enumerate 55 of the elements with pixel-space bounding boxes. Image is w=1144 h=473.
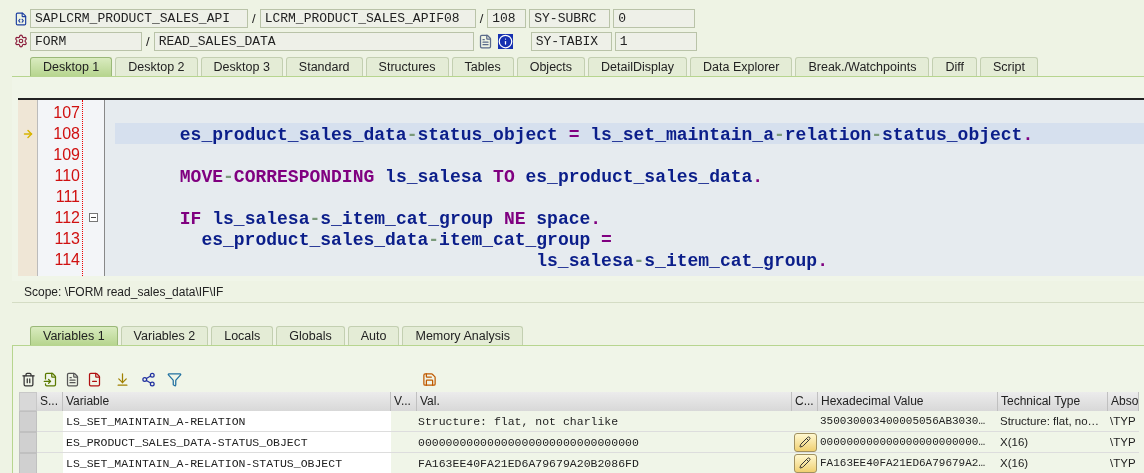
column-header[interactable]: Technical Type [998, 392, 1108, 411]
code-line: es_product_sales_data-item_cat_group = [200, 230, 612, 250]
system-field-name: SY-TABIX [530, 31, 612, 51]
tab[interactable]: Variables 2 [120, 326, 209, 345]
column-header[interactable]: C... [792, 392, 818, 411]
column-header[interactable]: Val. [417, 392, 792, 411]
line-number: 114 [54, 250, 80, 270]
tab[interactable]: Data Explorer [690, 57, 793, 76]
tab[interactable]: Tables [451, 57, 514, 76]
program-field: SAPLCRM_PRODUCT_SALES_API [30, 9, 248, 29]
line-number: 109 [53, 145, 80, 165]
system-field-name: SY-SUBRC [529, 9, 611, 29]
tab[interactable]: Auto [347, 326, 400, 345]
column-header[interactable]: S... [37, 392, 63, 411]
tab[interactable]: Diff [932, 57, 977, 76]
tab[interactable]: Objects [516, 57, 586, 76]
tab[interactable]: Globals [276, 326, 345, 345]
tab[interactable]: Desktop 1 [30, 57, 113, 76]
system-field-value: 1 [614, 31, 697, 51]
block-type-field: FORM [30, 31, 142, 51]
line-field: 108 [487, 9, 527, 29]
column-header[interactable]: Variable [63, 392, 391, 411]
separator-slash: / [145, 32, 151, 51]
line-number: 112 [54, 208, 80, 228]
column-header[interactable]: Hexadecimal Value [818, 392, 998, 411]
code-line: IF ls_salesa-s_item_cat_group NE space. [178, 209, 602, 229]
line-number: 107 [53, 103, 80, 123]
system-field-value: 0 [613, 9, 696, 29]
separator-slash: / [251, 10, 257, 28]
line-number: 110 [54, 166, 80, 186]
code-line: es_product_sales_data-status_object = ls_set_maintain_a-relation-status_object. [178, 125, 1034, 145]
include-field: LCRM_PRODUCT_SALES_APIF08 [259, 9, 476, 29]
column-header[interactable]: Abso [1108, 392, 1139, 411]
table-cell: LS_SET_MAINTAIN_A-RELATION [63, 411, 391, 432]
code-line: MOVE-CORRESPONDING ls_salesa TO es_product_sales_data. [178, 167, 764, 187]
code-line: ls_salesa-s_item_cat_group. [535, 251, 828, 271]
tab[interactable]: Desktop 3 [200, 57, 283, 76]
tab[interactable]: DetailDisplay [588, 57, 688, 76]
block-name-field: READ_SALES_DATA [153, 31, 474, 51]
table-cell: LS_SET_MAINTAIN_A-RELATION-STATUS_OBJECT [63, 453, 391, 473]
tab[interactable]: Break./Watchpoints [795, 57, 930, 76]
tab[interactable]: Locals [211, 326, 274, 345]
table-cell: ES_PRODUCT_SALES_DATA-STATUS_OBJECT [63, 432, 391, 453]
scope-text: Scope: \FORM read_sales_data\IF\IF [24, 283, 224, 301]
column-header[interactable]: V... [391, 392, 417, 411]
line-number: 108 [53, 124, 80, 144]
line-number: 111 [55, 187, 80, 207]
tab[interactable]: Script [979, 57, 1038, 76]
tab[interactable]: Desktop 2 [115, 57, 198, 76]
tab[interactable]: Structures [365, 57, 449, 76]
tab[interactable]: Memory Analysis [402, 326, 523, 345]
separator-slash: / [478, 10, 485, 28]
line-number: 113 [54, 229, 80, 249]
tab[interactable]: Standard [285, 57, 363, 76]
tab[interactable]: Variables 1 [30, 326, 118, 345]
